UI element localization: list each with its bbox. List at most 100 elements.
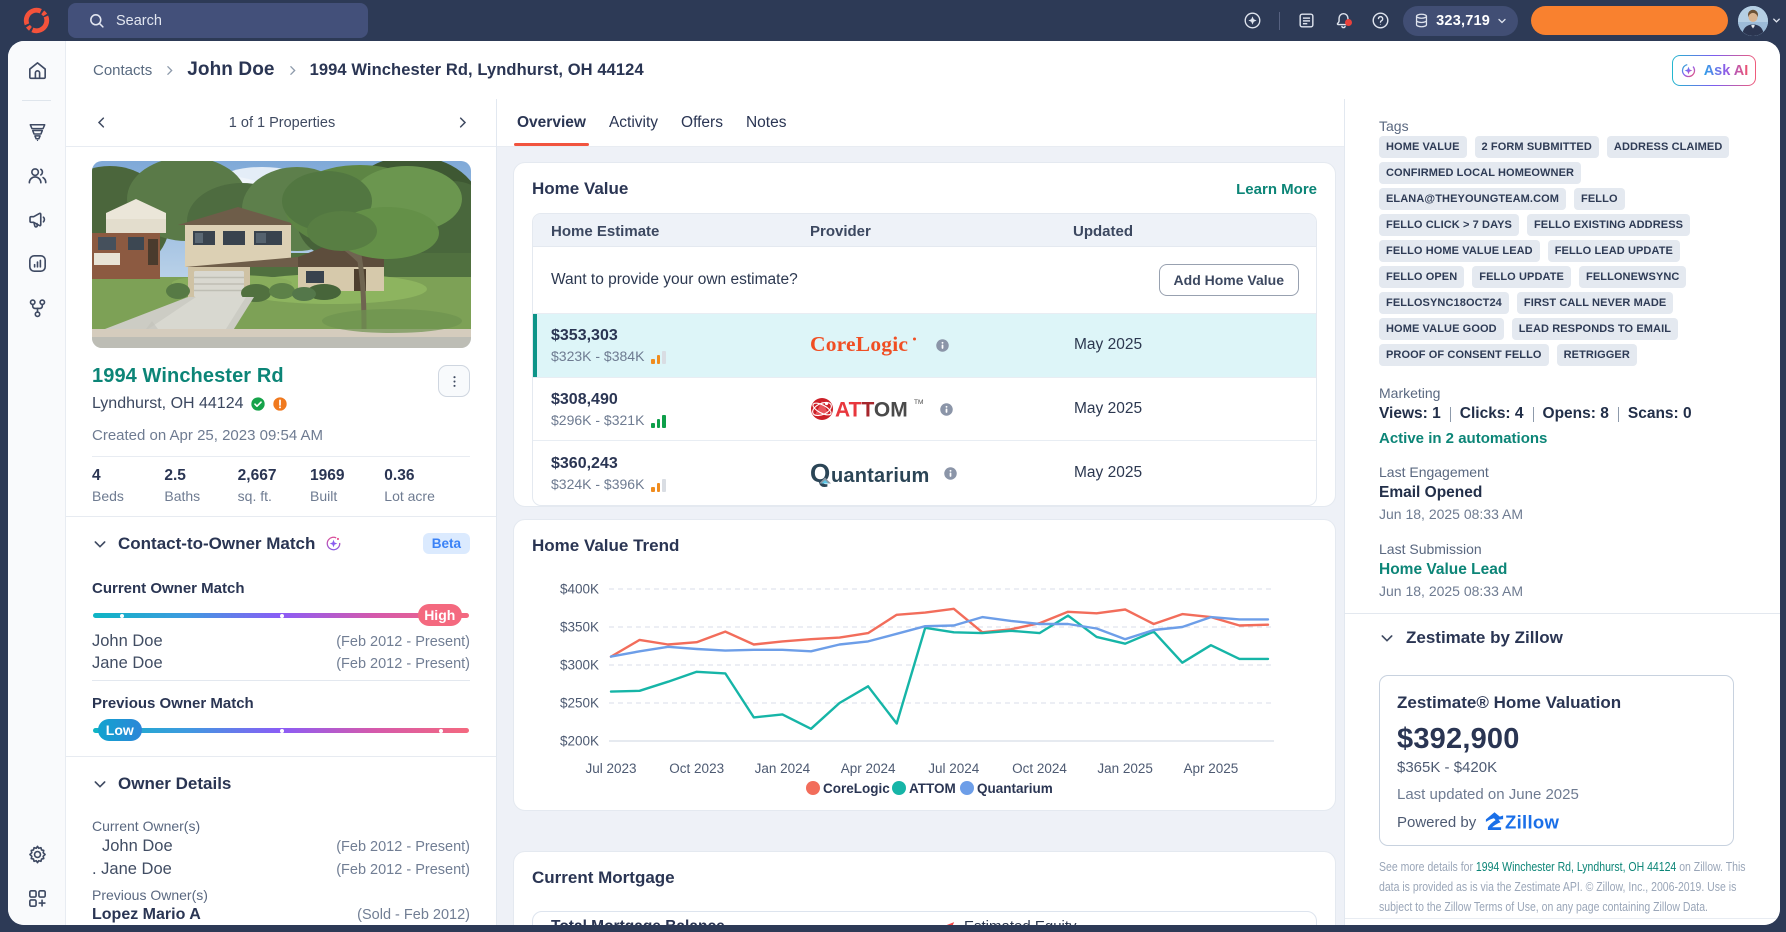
tag-chip[interactable]: HOME VALUE GOOD [1379, 318, 1504, 340]
tag-chip[interactable]: FIRST CALL NEVER MADE [1516, 292, 1674, 314]
sidebar-item-analytics[interactable] [8, 241, 66, 285]
list-icon[interactable] [1288, 11, 1325, 30]
ask-ai-button[interactable]: Ask AI [1672, 55, 1756, 86]
credits-menu[interactable]: 323,719 [1403, 5, 1518, 36]
tab-offers[interactable]: Offers [681, 114, 723, 146]
tag-chip[interactable]: FELLO CLICK > 7 DAYS [1379, 214, 1519, 236]
owner-row: John Doe (Feb 2012 - Present) [102, 837, 470, 855]
sidebar-item-settings[interactable] [8, 832, 66, 876]
info-icon[interactable] [943, 466, 958, 481]
sidebar-item-funnel[interactable] [8, 109, 66, 153]
breadcrumb-contacts[interactable]: Contacts [93, 62, 152, 79]
notifications-bell-icon[interactable] [1325, 11, 1362, 30]
prev-property-icon[interactable] [94, 115, 109, 130]
home-value-table-header: Home Estimate Provider Updated [533, 214, 1316, 247]
current-mortgage-card: Current Mortgage Total Mortgage Balance … [513, 851, 1336, 925]
tag-chip[interactable]: LEAD RESPONDS TO EMAIL [1511, 318, 1679, 340]
tag-chip[interactable]: FELLOSYNC18OCT24 [1379, 292, 1509, 314]
provider-cell: Q uantarium [792, 458, 1055, 488]
legend-attom[interactable]: ATTOM [892, 781, 956, 796]
tag-chip[interactable]: ADDRESS CLAIMED [1606, 136, 1730, 158]
home-estimate-row-quantarium[interactable]: $360,243 $324K - $396K Q uantarium May 2… [533, 441, 1316, 505]
last-engagement-value: Email Opened [1379, 484, 1483, 501]
breadcrumb-contact-name[interactable]: John Doe [187, 59, 274, 81]
sidebar-item-apps[interactable] [8, 876, 66, 920]
last-submission-link[interactable]: Home Value Lead [1379, 561, 1734, 579]
confidence-bars-icon [651, 350, 666, 364]
trend-title: Home Value Trend [532, 536, 680, 556]
tab-activity[interactable]: Activity [609, 114, 658, 146]
collapse-zestimate-icon[interactable] [1379, 630, 1395, 646]
svg-text:$400K: $400K [560, 582, 599, 597]
home-estimate-row-corelogic[interactable]: $353,303 $323K - $384K CoreLogic May 202… [533, 314, 1316, 378]
sidebar-item-automations[interactable] [8, 285, 66, 329]
svg-text:Jul 2023: Jul 2023 [585, 761, 636, 776]
beta-badge: Beta [422, 533, 470, 554]
svg-text:Oct 2023: Oct 2023 [669, 761, 724, 776]
user-menu[interactable] [1738, 5, 1782, 36]
sidebar-item-marketing[interactable] [8, 197, 66, 241]
estimated-equity-label: Estimated Equity [964, 918, 1077, 925]
updated-cell: May 2025 [1074, 400, 1143, 418]
match-card: Contact-to-Owner Match Beta Current Owne… [66, 517, 496, 756]
add-home-value-button[interactable]: Add Home Value [1158, 264, 1299, 296]
learn-more-link[interactable]: Learn More [1236, 181, 1317, 198]
collapse-match-icon[interactable] [92, 536, 108, 552]
tag-chip[interactable]: 2 FORM SUBMITTED [1474, 136, 1599, 158]
tag-chip[interactable]: PROOF OF CONSENT FELLO [1379, 344, 1549, 366]
provider-cell: ATTOM TM [792, 395, 1055, 423]
property-menu-button[interactable] [438, 365, 470, 397]
next-property-icon[interactable] [455, 115, 470, 130]
svg-text:TM: TM [914, 399, 923, 406]
home-value-trend-card: Home Value Trend $400K $350K $300K $250K $20… [513, 519, 1336, 812]
property-street[interactable]: 1994 Winchester Rd [92, 365, 288, 388]
previous-match-level: Low [97, 719, 142, 741]
user-avatar [1738, 5, 1768, 36]
svg-text:$350K: $350K [560, 620, 599, 635]
tag-chip[interactable]: FELLO OPEN [1379, 266, 1465, 288]
zestimate-value: $392,900 [1397, 723, 1520, 755]
sidebar-item-home[interactable] [8, 48, 66, 92]
svg-text:$300K: $300K [560, 658, 599, 673]
col-home-estimate: Home Estimate [551, 223, 660, 240]
tag-chip[interactable]: RETRIGGER [1556, 344, 1637, 366]
tab-notes[interactable]: Notes [746, 114, 787, 146]
tag-chip[interactable]: HOME VALUE [1379, 136, 1467, 158]
estimate-cell: $353,303 $323K - $384K [533, 327, 792, 364]
automations-link[interactable]: Active in 2 automations [1379, 430, 1734, 447]
tag-chip[interactable]: FELLO [1574, 188, 1625, 210]
overview-scroll: Home Value Learn More Home Estimate Prov… [497, 147, 1344, 925]
ai-sparkle-icon[interactable] [1234, 11, 1271, 30]
disclaimer-address-link[interactable]: 1994 Winchester Rd, Lyndhurst, OH 44124 [1476, 860, 1676, 874]
home-estimate-row-attom[interactable]: $308,490 $296K - $321K ATTOM TM May 2025 [533, 378, 1316, 442]
info-icon[interactable] [935, 338, 950, 353]
tag-chip[interactable]: FELLO HOME VALUE LEAD [1379, 240, 1540, 262]
search-input[interactable]: Search [68, 3, 368, 38]
corelogic-logo: CoreLogic [810, 333, 916, 356]
tag-chip[interactable]: FELLONEWSYNC [1579, 266, 1687, 288]
tag-chip[interactable]: FELLO LEAD UPDATE [1547, 240, 1680, 262]
tag-chip[interactable]: ELANA@THEYOUNGTEAM.COM [1379, 188, 1567, 210]
info-icon[interactable] [939, 402, 954, 417]
primary-cta-button[interactable] [1531, 6, 1728, 35]
svg-text:uantarium: uantarium [831, 465, 929, 487]
legend-quantarium[interactable]: Quantarium [960, 781, 1053, 796]
home-value-table: Home Estimate Provider Updated Want to p… [532, 213, 1317, 507]
pager-label: 1 of 1 Properties [228, 114, 336, 131]
property-photo[interactable] [92, 161, 471, 348]
verified-icon [250, 397, 265, 411]
page-header: Contacts John Doe 1994 Winchester Rd, Ly… [66, 41, 1780, 99]
sidebar-item-contacts[interactable] [8, 153, 66, 197]
topbar-divider [1279, 11, 1281, 30]
tag-chip[interactable]: FELLO UPDATE [1472, 266, 1571, 288]
current-match-level: High [417, 604, 462, 626]
user-chevron-icon [1773, 18, 1780, 23]
fello-logo[interactable] [22, 6, 51, 35]
tag-chip[interactable]: FELLO EXISTING ADDRESS [1526, 214, 1691, 236]
collapse-owner-details-icon[interactable] [92, 776, 108, 792]
tab-overview[interactable]: Overview [514, 114, 589, 146]
matched-owner-row: John Doe (Feb 2012 - Present) [92, 632, 470, 650]
help-icon[interactable] [1362, 11, 1399, 30]
tag-chip[interactable]: CONFIRMED LOCAL HOMEOWNER [1379, 162, 1582, 184]
legend-corelogic[interactable]: CoreLogic [806, 781, 890, 796]
